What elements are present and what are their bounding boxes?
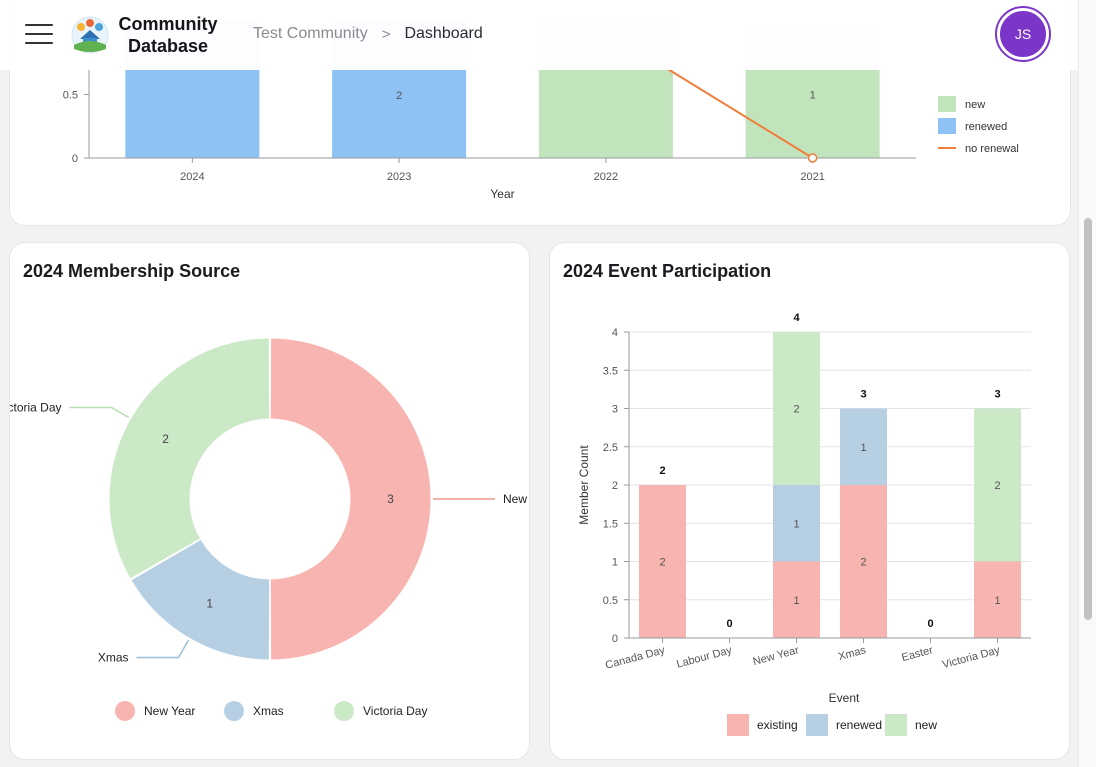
x-tick-label: Labour Day [675, 644, 734, 670]
bar-total-label: 0 [927, 618, 933, 630]
y-tick-label: 0.5 [603, 595, 618, 607]
x-axis-title: Year [490, 187, 514, 201]
bar-total-label: 3 [860, 389, 866, 401]
x-tick-label: New Year [752, 644, 801, 668]
y-tick-label: 1 [612, 557, 618, 569]
y-axis-title: Member Count [577, 445, 591, 525]
breadcrumb-current: Dashboard [404, 25, 483, 42]
membership-source-chart: 3 New Year 1 Xmas 2 Victoria Day New Year Xmas V… [10, 337, 529, 721]
bar-total-label: 0 [726, 618, 732, 630]
y-tick-label: 2 [612, 480, 618, 492]
x-tick-label: Victoria Day [941, 644, 1002, 671]
legend-swatch-new [885, 714, 907, 736]
event-participation-chart: 0 0.5 1 1.5 2 2.5 3 3.5 4 Member Count 2 2 Canada Da… [577, 312, 1031, 736]
breadcrumb-community-link[interactable]: Test Community [253, 25, 368, 43]
legend-swatch [334, 701, 354, 721]
slice-outside-label: Xmas [98, 650, 129, 664]
legend-label: renewed [965, 121, 1007, 133]
bar-segment-label: 2 [659, 557, 665, 569]
bar-segment-label: 2 [860, 557, 866, 569]
app-title: Community Database [118, 14, 218, 56]
x-tick-label: Xmas [837, 644, 868, 663]
event-participation-card: 2024 Event Participation 0 0.5 1 1.5 2 2.5 3 3.… [549, 242, 1070, 760]
legend-swatch [224, 701, 244, 721]
user-avatar[interactable]: JS [997, 8, 1049, 60]
x-tick-label: Canada Day [604, 644, 667, 672]
membership-source-card: 2024 Membership Source 3New Year1Xmas2Vi… [9, 242, 530, 760]
bar-segment-label: 1 [860, 442, 866, 454]
chevron-right-icon: > [381, 25, 391, 43]
slice-value-label: 2 [162, 432, 169, 446]
y-tick-label: 3 [612, 404, 618, 416]
bar-segment-label: 2 [793, 404, 799, 416]
donut-slice [108, 337, 271, 580]
y-tick-label: 2.5 [603, 442, 618, 454]
hamburger-menu-icon[interactable] [25, 24, 53, 44]
bar-segment-label: 1 [793, 518, 799, 530]
breadcrumb: Test Community > Dashboard [253, 25, 483, 43]
legend-swatch-renewed [806, 714, 828, 736]
bar-segment-label: 1 [994, 595, 1000, 607]
legend-label: new [915, 718, 937, 732]
legend-swatch-renewed [938, 118, 956, 134]
y-tick-label: 3.5 [603, 365, 618, 377]
x-tick-label: 2024 [180, 171, 204, 183]
x-tick-label: Easter [900, 644, 934, 664]
x-tick-label: 2021 [800, 171, 824, 183]
scrollbar-thumb[interactable] [1084, 218, 1092, 620]
top-app-bar: Community Database Test Community > Dash… [0, 0, 1078, 70]
page-scrollbar[interactable] [1078, 0, 1096, 767]
slice-leader-line [69, 406, 130, 419]
slice-value-label: 1 [206, 596, 213, 610]
slice-outside-label: Victoria Day [10, 401, 62, 415]
legend-label: new [965, 99, 985, 111]
legend-label: no renewal [965, 143, 1019, 155]
y-tick-label: 0 [72, 153, 78, 165]
legend-swatch-existing [727, 714, 749, 736]
bar-segment-label: 2 [994, 480, 1000, 492]
y-tick-label: 4 [612, 327, 618, 339]
legend-swatch-new [938, 96, 956, 112]
bar-total-label: 2 [659, 465, 665, 477]
x-tick-label: 2022 [594, 171, 618, 183]
community-logo-icon[interactable] [70, 15, 110, 55]
legend-label: New Year [144, 704, 195, 718]
bar-value-label: 1 [810, 90, 816, 102]
bar-total-label: 3 [994, 389, 1000, 401]
x-axis-title: Event [829, 691, 860, 705]
bar-segment-label: 1 [793, 595, 799, 607]
y-tick-label: 1.5 [603, 518, 618, 530]
slice-value-label: 3 [387, 492, 394, 506]
x-tick-label: 2023 [387, 171, 411, 183]
bar-total-label: 4 [793, 312, 800, 324]
y-tick-label: 0.5 [63, 90, 78, 102]
slice-outside-label: New Year [503, 492, 529, 506]
donut-slice [269, 337, 432, 661]
legend-label: renewed [836, 718, 882, 732]
legend-label: existing [757, 718, 798, 732]
bar-value-label: 2 [396, 90, 402, 102]
y-tick-label: 0 [612, 633, 618, 645]
slice-leader-line [136, 639, 190, 659]
legend-label: Victoria Day [363, 704, 427, 718]
legend-swatch [115, 701, 135, 721]
legend-label: Xmas [253, 704, 284, 718]
line-point [807, 153, 818, 163]
